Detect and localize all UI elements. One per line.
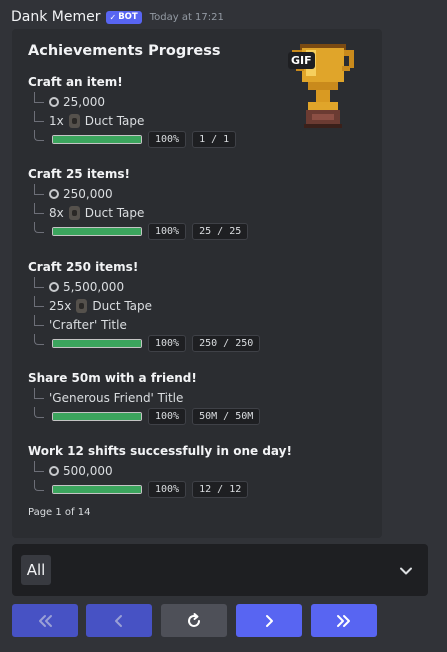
coin-icon	[49, 465, 59, 476]
reward-line: 5,500,000	[28, 277, 260, 296]
refresh-icon	[188, 612, 200, 627]
achievement-title: Share 50m with a friend!	[28, 371, 197, 385]
verified-check-icon: ✓	[109, 12, 117, 22]
progress-fill	[53, 136, 141, 143]
message-timestamp: Today at 17:21	[149, 11, 224, 23]
progress-line: 100% 250 / 250	[28, 334, 261, 353]
reward-line: 250,000	[28, 184, 248, 203]
reward-text: 25,000	[63, 94, 105, 109]
progress-line: 100% 12 / 12	[28, 480, 292, 499]
select-value: All	[21, 555, 51, 585]
chevron-left-icon	[115, 614, 122, 627]
chevron-right-icon	[266, 614, 273, 627]
embed-footer: Page 1 of 14	[28, 507, 91, 518]
trophy-thumbnail[interactable]: GIF	[288, 40, 358, 134]
last-page-button[interactable]	[311, 604, 377, 637]
bot-badge: ✓ BOT	[105, 10, 142, 24]
duct-tape-icon	[68, 113, 80, 128]
progress-count: 250 / 250	[192, 335, 261, 352]
achievement-item: Work 12 shifts successfully in one day! …	[28, 441, 292, 499]
achievement-title: Craft an item!	[28, 75, 123, 89]
next-page-button[interactable]	[236, 604, 302, 637]
progress-bar	[52, 339, 142, 348]
reward-text: 500,000	[63, 463, 113, 478]
reward-qty: 25x	[49, 298, 72, 313]
reward-qty: 1x	[49, 113, 64, 128]
achievement-item: Craft 25 items! 250,000 8x Duct Tape 100%…	[28, 164, 249, 241]
reward-text: Duct Tape	[84, 113, 145, 128]
progress-count: 50M / 50M	[192, 408, 261, 425]
reward-text: Duct Tape	[92, 298, 153, 313]
double-chevron-left-icon	[39, 614, 52, 627]
progress-fill	[53, 340, 141, 347]
reward-line: 25,000	[28, 92, 236, 111]
chevron-down-icon	[400, 567, 412, 575]
progress-bar	[52, 485, 142, 494]
achievement-title: Craft 25 items!	[28, 167, 130, 181]
embed-title: Achievements Progress	[28, 43, 221, 59]
duct-tape-icon	[76, 298, 88, 313]
progress-percent: 100%	[148, 408, 187, 425]
progress-bar	[52, 227, 142, 236]
progress-bar	[52, 135, 142, 144]
reward-line: 1x Duct Tape	[28, 111, 236, 130]
progress-fill	[53, 228, 141, 235]
double-chevron-right-icon	[337, 614, 350, 627]
reward-text: 250,000	[63, 186, 113, 201]
progress-fill	[53, 486, 141, 493]
achievement-item: Craft an item! 25,000 1x Duct Tape 100% 1 …	[28, 72, 237, 149]
progress-percent: 100%	[148, 335, 187, 352]
progress-count: 1 / 1	[192, 131, 237, 148]
reward-text: 'Generous Friend' Title	[49, 390, 184, 405]
reward-text: 5,500,000	[63, 279, 125, 294]
reward-line: 'Crafter' Title	[28, 315, 260, 334]
first-page-button[interactable]	[12, 604, 78, 637]
refresh-button[interactable]	[161, 604, 227, 637]
achievement-title: Work 12 shifts successfully in one day!	[28, 444, 292, 458]
progress-bar	[52, 412, 142, 421]
category-select[interactable]: All	[12, 544, 428, 596]
progress-count: 12 / 12	[192, 481, 249, 498]
bot-badge-label: BOT	[118, 12, 138, 22]
reward-line: 8x Duct Tape	[28, 203, 248, 222]
progress-line: 100% 25 / 25	[28, 222, 249, 241]
duct-tape-icon	[68, 205, 80, 220]
reward-line: 'Generous Friend' Title	[28, 388, 260, 407]
reward-text: 'Crafter' Title	[49, 317, 127, 332]
progress-fill	[53, 413, 141, 420]
reward-line: 25x Duct Tape	[28, 296, 260, 315]
coin-icon	[49, 281, 59, 292]
achievements-embed: Achievements Progress GIF Craft an item!…	[12, 29, 382, 538]
reward-text: Duct Tape	[84, 205, 145, 220]
coin-icon	[49, 188, 59, 199]
progress-percent: 100%	[148, 223, 187, 240]
progress-line: 100% 50M / 50M	[28, 407, 261, 426]
progress-line: 100% 1 / 1	[28, 130, 237, 149]
message-header: Dank Memer ✓ BOT Today at 17:21	[11, 6, 224, 28]
reward-qty: 8x	[49, 205, 64, 220]
progress-percent: 100%	[148, 131, 187, 148]
progress-percent: 100%	[148, 481, 187, 498]
achievement-title: Craft 250 items!	[28, 260, 139, 274]
gif-badge: GIF	[288, 52, 315, 69]
achievement-item: Share 50m with a friend! 'Generous Frien…	[28, 368, 261, 426]
reward-line: 500,000	[28, 461, 292, 480]
achievement-item: Craft 250 items! 5,500,000 25x Duct Tape …	[28, 257, 261, 353]
progress-count: 25 / 25	[192, 223, 249, 240]
bot-username[interactable]: Dank Memer	[11, 9, 101, 25]
coin-icon	[49, 96, 59, 107]
prev-page-button[interactable]	[86, 604, 152, 637]
